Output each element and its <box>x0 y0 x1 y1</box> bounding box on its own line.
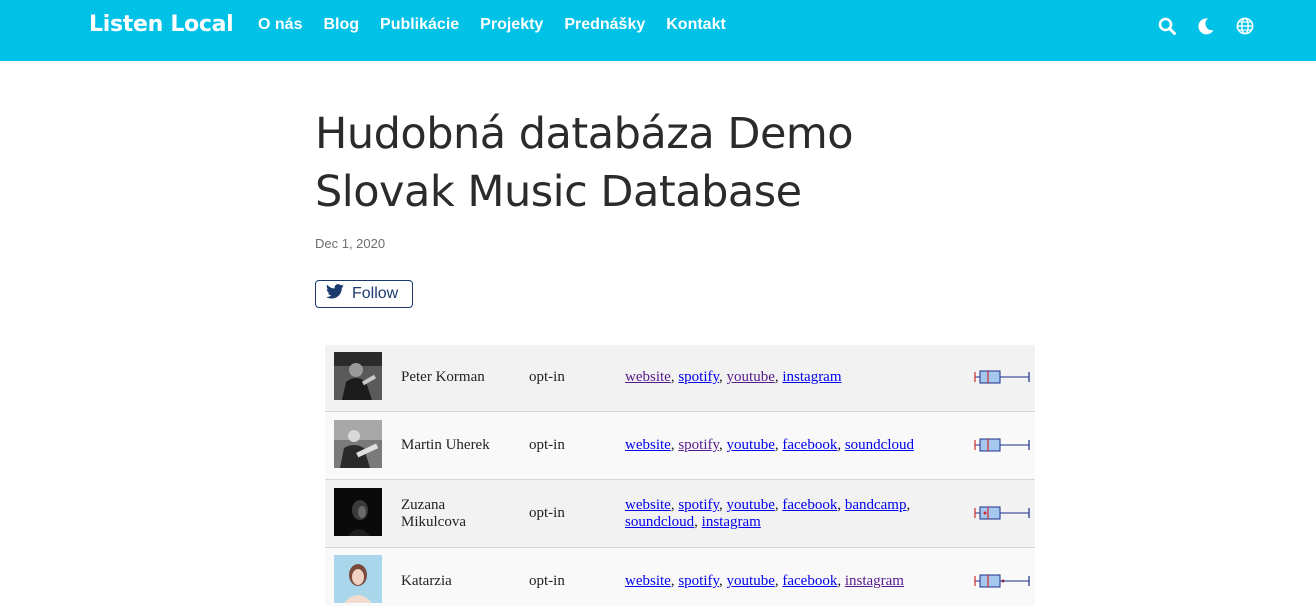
nav-link-blog[interactable]: Blog <box>323 16 359 34</box>
artist-links: website, spotify, youtube, facebook, sou… <box>625 437 914 453</box>
link-soundcloud[interactable]: soundcloud <box>845 437 914 453</box>
link-youtube[interactable]: youtube <box>727 437 775 453</box>
page-title: Hudobná databáza Demo Slovak Music Datab… <box>315 105 1015 221</box>
link-website[interactable]: website <box>625 573 671 589</box>
link-instagram[interactable]: instagram <box>845 573 904 589</box>
artist-photo <box>334 488 382 536</box>
globe-icon[interactable] <box>1235 16 1255 36</box>
top-navbar: Listen Local O nás Blog Publikácie Proje… <box>0 0 1316 61</box>
link-spotify[interactable]: spotify <box>678 497 719 513</box>
link-youtube[interactable]: youtube <box>727 497 775 513</box>
artist-name: Peter Korman <box>401 369 485 385</box>
link-spotify[interactable]: spotify <box>678 369 719 385</box>
link-instagram[interactable]: instagram <box>702 514 761 530</box>
link-youtube[interactable]: youtube <box>727 573 775 589</box>
consent-status: opt-in <box>529 505 565 521</box>
artist-links: website, spotify, youtube, facebook, ban… <box>625 497 911 530</box>
artist-photo <box>334 352 382 400</box>
boxplot-chart <box>973 438 1031 452</box>
consent-status: opt-in <box>529 573 565 589</box>
search-icon[interactable] <box>1157 16 1177 36</box>
nav-icons <box>1157 16 1274 36</box>
twitter-follow-button[interactable]: Follow <box>315 280 413 308</box>
artist-name: Katarzia <box>401 573 452 589</box>
link-website[interactable]: website <box>625 437 671 453</box>
post-date: Dec 1, 2020 <box>315 236 386 251</box>
link-spotify[interactable]: spotify <box>678 437 719 453</box>
artist-name: Martin Uherek <box>401 437 490 453</box>
link-instagram[interactable]: instagram <box>782 369 841 385</box>
nav-link-projekty[interactable]: Projekty <box>480 16 543 34</box>
table-row: Peter Korman opt-in website, spotify, yo… <box>325 345 1035 412</box>
moon-icon[interactable] <box>1196 16 1216 36</box>
link-website[interactable]: website <box>625 369 671 385</box>
link-bandcamp[interactable]: bandcamp <box>845 497 907 513</box>
artist-name: Zuzana Mikulcova <box>401 497 466 530</box>
page-title-line-1: Hudobná databáza Demo <box>315 109 854 159</box>
table-row: Zuzana Mikulcova opt-in website, spotify… <box>325 480 1035 548</box>
artist-photo <box>334 420 382 468</box>
link-website[interactable]: website <box>625 497 671 513</box>
table-row: Katarzia opt-in website, spotify, youtub… <box>325 548 1035 606</box>
nav-links: O nás Blog Publikácie Projekty Prednášky… <box>258 16 747 34</box>
link-facebook[interactable]: facebook <box>782 437 837 453</box>
consent-status: opt-in <box>529 369 565 385</box>
twitter-icon <box>326 284 344 304</box>
nav-link-o-nas[interactable]: O nás <box>258 16 302 34</box>
site-brand[interactable]: Listen Local <box>89 12 234 37</box>
nav-link-prednasky[interactable]: Prednášky <box>564 16 645 34</box>
page-title-line-2: Slovak Music Database <box>315 167 802 217</box>
artist-links: website, spotify, youtube, facebook, ins… <box>625 573 904 589</box>
artist-photo <box>334 555 382 603</box>
table-row: Martin Uherek opt-in website, spotify, y… <box>325 412 1035 480</box>
boxplot-chart <box>973 506 1031 520</box>
nav-link-kontakt[interactable]: Kontakt <box>666 16 726 34</box>
boxplot-chart <box>973 370 1031 384</box>
link-facebook[interactable]: facebook <box>782 497 837 513</box>
boxplot-chart <box>973 574 1031 588</box>
link-spotify[interactable]: spotify <box>678 573 719 589</box>
nav-link-publikacie[interactable]: Publikácie <box>380 16 459 34</box>
artist-links: website, spotify, youtube, instagram <box>625 369 842 385</box>
link-soundcloud[interactable]: soundcloud <box>625 514 694 530</box>
follow-label: Follow <box>352 285 399 302</box>
consent-status: opt-in <box>529 437 565 453</box>
link-facebook[interactable]: facebook <box>782 573 837 589</box>
link-youtube[interactable]: youtube <box>727 369 775 385</box>
